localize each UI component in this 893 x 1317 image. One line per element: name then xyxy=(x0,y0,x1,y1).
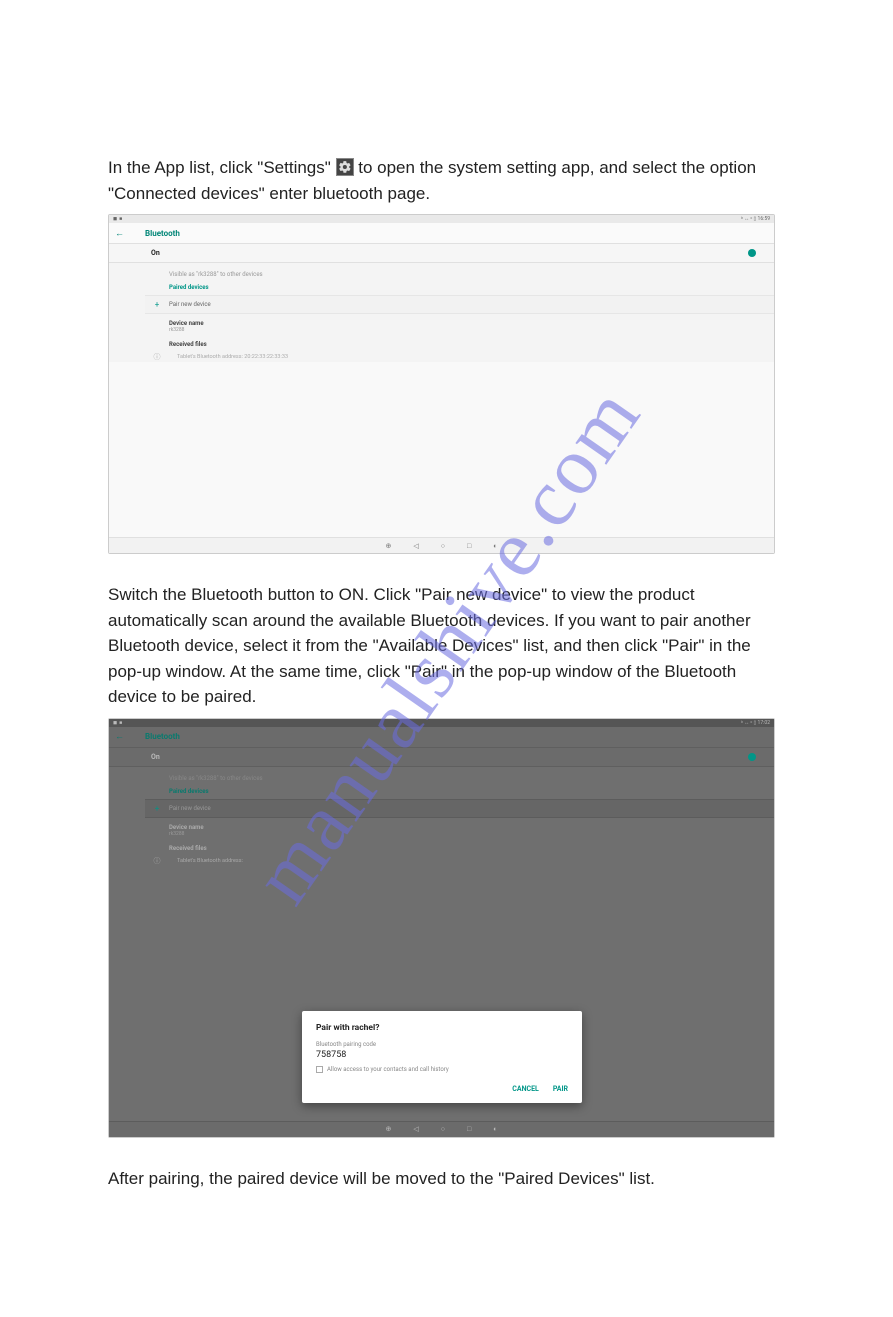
page-title: Bluetooth xyxy=(145,732,180,741)
dialog-title: Pair with rachel? xyxy=(316,1023,568,1033)
nav-back-icon[interactable]: ◁ xyxy=(413,1125,418,1133)
device-name-row[interactable]: Device name rk3288 xyxy=(169,824,774,837)
on-label: On xyxy=(151,249,160,257)
device-name-value: rk3288 xyxy=(169,327,774,333)
nav-bar: ⊕ ◁ ○ □ ◐ xyxy=(109,537,774,553)
nav-recent-icon[interactable]: □ xyxy=(467,1125,471,1133)
nav-home-icon[interactable]: ○ xyxy=(441,542,445,550)
checkbox-label: Allow access to your contacts and call h… xyxy=(327,1066,449,1073)
received-files-row[interactable]: Received files xyxy=(169,845,774,852)
visible-as-text: Visible as "rk3288" to other devices xyxy=(169,271,774,278)
cancel-button[interactable]: CANCEL xyxy=(512,1085,539,1093)
info-icon: ⓘ xyxy=(145,856,169,866)
plus-icon: + xyxy=(145,300,169,309)
pair-button[interactable]: PAIR xyxy=(553,1085,568,1093)
pair-new-device-row[interactable]: + Pair new device xyxy=(145,295,774,314)
screenshot-bluetooth-settings: ◼■ ᵇ ↔ ᶜ ▯ 16:59 ← Bluetooth On Visible … xyxy=(108,214,775,554)
nav-screenshot-icon[interactable]: ◐ xyxy=(493,542,497,550)
bt-address-row: ⓘ Tablet's Bluetooth address: xyxy=(145,856,774,866)
paired-devices-label[interactable]: Paired devices xyxy=(169,284,774,291)
nav-back-icon[interactable]: ◁ xyxy=(413,542,418,550)
nav-screenshot-icon[interactable]: ◐ xyxy=(493,1125,497,1133)
pair-new-device-label: Pair new device xyxy=(169,805,211,812)
info-icon: ⓘ xyxy=(145,352,169,362)
status-indicators: ᵇ ↔ ᶜ ▯ xyxy=(741,216,756,222)
back-arrow-icon[interactable]: ← xyxy=(115,228,139,239)
device-name-label: Device name xyxy=(169,320,774,327)
received-files-row[interactable]: Received files xyxy=(169,341,774,348)
on-label: On xyxy=(151,753,160,761)
device-name-value: rk3288 xyxy=(169,831,774,837)
status-indicators: ᵇ ↔ ᶜ ▯ xyxy=(741,720,756,726)
nav-recent-icon[interactable]: □ xyxy=(467,542,471,550)
status-bar: ◼■ ᵇ ↔ ᶜ ▯ 16:59 xyxy=(109,215,774,223)
nav-home-icon[interactable]: ○ xyxy=(441,1125,445,1133)
page-title: Bluetooth xyxy=(145,229,180,238)
bluetooth-header: ← Bluetooth xyxy=(109,223,774,243)
nav-volume-icon[interactable]: ⊕ xyxy=(386,1125,392,1133)
status-time: 16:59 xyxy=(758,216,770,222)
device-name-row[interactable]: Device name rk3288 xyxy=(169,320,774,333)
section-body: Visible as "rk3288" to other devices Pai… xyxy=(109,767,774,866)
bt-address-row: ⓘ Tablet's Bluetooth address: 20:22:33:2… xyxy=(145,352,774,362)
bluetooth-on-row[interactable]: On xyxy=(109,747,774,767)
nav-volume-icon[interactable]: ⊕ xyxy=(386,542,392,550)
allow-access-checkbox[interactable]: Allow access to your contacts and call h… xyxy=(316,1066,568,1073)
paragraph-3: After pairing, the paired device will be… xyxy=(108,1166,785,1192)
gear-icon xyxy=(336,158,354,176)
section-body: Visible as "rk3288" to other devices Pai… xyxy=(109,263,774,362)
bluetooth-toggle-icon[interactable] xyxy=(748,249,756,257)
bluetooth-toggle-icon[interactable] xyxy=(748,753,756,761)
pair-new-device-label: Pair new device xyxy=(169,301,211,308)
nav-bar: ⊕ ◁ ○ □ ◐ xyxy=(109,1121,774,1137)
paired-devices-label[interactable]: Paired devices xyxy=(169,788,774,795)
pairing-code-value: 758758 xyxy=(316,1050,568,1060)
checkbox-icon[interactable] xyxy=(316,1066,323,1073)
paragraph-1: In the App list, click "Settings" to ope… xyxy=(108,155,785,206)
bluetooth-on-row[interactable]: On xyxy=(109,243,774,263)
para1-text-a: In the App list, click "Settings" xyxy=(108,158,336,177)
status-bar: ◼■ ᵇ ↔ ᶜ ▯ 17:02 xyxy=(109,719,774,727)
bt-address-text: Tablet's Bluetooth address: xyxy=(177,858,243,864)
back-arrow-icon[interactable]: ← xyxy=(115,731,139,742)
bt-address-text: Tablet's Bluetooth address: 20:22:33:22:… xyxy=(177,354,288,360)
device-name-label: Device name xyxy=(169,824,774,831)
pair-dialog: Pair with rachel? Bluetooth pairing code… xyxy=(302,1011,582,1103)
plus-icon: + xyxy=(145,804,169,813)
paragraph-2: Switch the Bluetooth button to ON. Click… xyxy=(108,582,785,710)
pairing-code-label: Bluetooth pairing code xyxy=(316,1041,568,1048)
screenshot-pair-dialog: ◼■ ᵇ ↔ ᶜ ▯ 17:02 ← Bluetooth On Visible … xyxy=(108,718,775,1138)
status-time: 17:02 xyxy=(758,720,770,726)
pair-new-device-row[interactable]: + Pair new device xyxy=(145,799,774,818)
visible-as-text: Visible as "rk3288" to other devices xyxy=(169,775,774,782)
bluetooth-header: ← Bluetooth xyxy=(109,727,774,747)
